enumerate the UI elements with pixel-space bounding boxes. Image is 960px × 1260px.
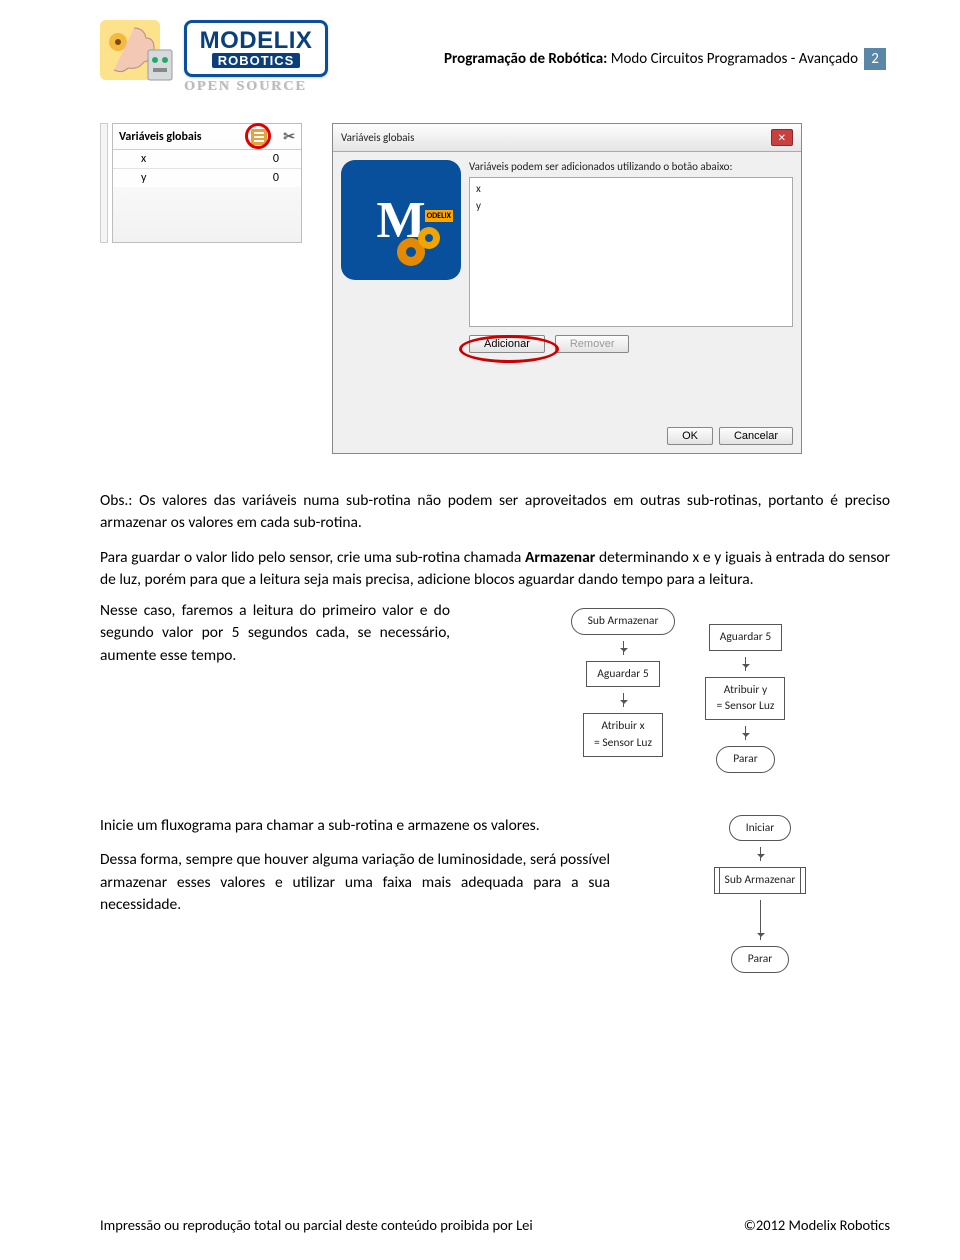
- var-name: x: [141, 152, 146, 166]
- header-title-bold: Programação de Robótica:: [444, 50, 611, 68]
- arrow-down-icon: [760, 900, 761, 940]
- gear-icon: [393, 222, 443, 272]
- panel-figure: Variáveis globais ✂ x0 y0: [100, 123, 302, 454]
- footer-left: Impressão ou reprodução total ou parcial…: [100, 1216, 533, 1234]
- panel-title: Variáveis globais: [119, 130, 202, 144]
- modelix-app-icon: M ODELIX: [341, 160, 461, 280]
- cancel-button[interactable]: Cancelar: [719, 427, 793, 445]
- table-row: y0: [113, 169, 301, 187]
- brand-sub: ROBOTICS: [212, 53, 301, 68]
- var-value: 0: [273, 152, 279, 166]
- flow-node-start: Iniciar: [729, 815, 792, 842]
- header-title-row: Programação de Robótica: Modo Circuitos …: [340, 20, 890, 70]
- flow-figure-2: Iniciar Sub Armazenar Parar: [630, 815, 890, 973]
- panel-header: Variáveis globais ✂: [113, 124, 301, 150]
- highlight-oval-icon: [459, 335, 559, 363]
- paragraph-4: Inicie um fluxograma para chamar a sub-r…: [100, 815, 610, 837]
- arrow-down-icon: [760, 847, 761, 861]
- highlight-circle-icon: [245, 123, 271, 149]
- figures-row: Variáveis globais ✂ x0 y0 Variáveis glob…: [100, 123, 890, 454]
- row-flow-2: Inicie um fluxograma para chamar a sub-r…: [100, 815, 890, 973]
- dialog-hint: Variáveis podem ser adicionados utilizan…: [469, 160, 793, 173]
- paragraph-obs: Obs.: Os valores das variáveis numa sub-…: [100, 490, 890, 535]
- page-number-badge: 2: [864, 48, 886, 70]
- footer-right: ©2012 Modelix Robotics: [744, 1216, 890, 1234]
- p2-a: Para guardar o valor lido pelo sensor, c…: [100, 548, 525, 567]
- header-title-rest: Modo Circuitos Programados - Avançado: [611, 50, 858, 68]
- arrow-down-icon: [745, 657, 746, 671]
- remove-button[interactable]: Remover: [555, 335, 630, 353]
- dialog-figure: Variáveis globais ✕ M ODELIX Variáveis p…: [332, 123, 802, 454]
- flow-node-call-sub: Sub Armazenar: [714, 867, 807, 894]
- logo-bar-text: ODELIX: [425, 210, 453, 222]
- dialog-title: Variáveis globais: [341, 131, 414, 144]
- flow-node-assign-y: Atribuir y = Sensor Luz: [705, 677, 785, 720]
- flow-node-stop: Parar: [731, 946, 790, 973]
- modelix-logo: MODELIX ROBOTICS OPEN SOURCE: [184, 20, 328, 95]
- var-value: 0: [273, 171, 279, 185]
- scissors-icon[interactable]: ✂: [283, 128, 295, 145]
- page-footer: Impressão ou reprodução total ou parcial…: [100, 1216, 890, 1234]
- body-text: Obs.: Os valores das variáveis numa sub-…: [100, 490, 890, 973]
- open-source-text: OPEN SOURCE: [184, 79, 328, 95]
- globals-panel: Variáveis globais ✂ x0 y0: [112, 123, 302, 243]
- p2-bold: Armazenar: [525, 548, 595, 567]
- flow-node-wait: Aguardar 5: [709, 624, 782, 651]
- flow-figure-1: Sub Armazenar Aguardar 5 Atribuir x = Se…: [466, 604, 890, 773]
- flow-node-wait: Aguardar 5: [586, 661, 659, 688]
- arrow-down-icon: [623, 693, 624, 707]
- flow-node-assign-x: Atribuir x = Sensor Luz: [583, 713, 663, 756]
- brand-name: MODELIX: [200, 27, 313, 55]
- arrow-down-icon: [623, 641, 624, 655]
- flow-node-sub: Sub Armazenar: [571, 608, 676, 635]
- paragraph-2: Para guardar o valor lido pelo sensor, c…: [100, 547, 890, 592]
- dialog-list[interactable]: x y: [469, 177, 793, 327]
- paragraph-5: Dessa forma, sempre que houver alguma va…: [100, 849, 610, 916]
- ok-button[interactable]: OK: [667, 427, 713, 445]
- globals-dialog: Variáveis globais ✕ M ODELIX Variáveis p…: [332, 123, 802, 454]
- logo-block: MODELIX ROBOTICS OPEN SOURCE: [100, 20, 328, 95]
- arrow-down-icon: [745, 726, 746, 740]
- page-header: MODELIX ROBOTICS OPEN SOURCE Programação…: [100, 20, 890, 95]
- list-item[interactable]: y: [476, 198, 786, 215]
- list-item[interactable]: x: [476, 181, 786, 198]
- dialog-titlebar: Variáveis globais ✕: [333, 124, 801, 152]
- paragraph-3: Nesse caso, faremos a leitura do primeir…: [100, 600, 450, 667]
- brain-robot-icon: [100, 20, 178, 86]
- row-flow-1: Nesse caso, faremos a leitura do primeir…: [100, 604, 890, 773]
- var-name: y: [141, 171, 146, 185]
- close-icon[interactable]: ✕: [771, 129, 793, 146]
- flow-node-stop: Parar: [716, 746, 775, 773]
- panel-rows: x0 y0: [113, 150, 301, 187]
- table-row: x0: [113, 150, 301, 169]
